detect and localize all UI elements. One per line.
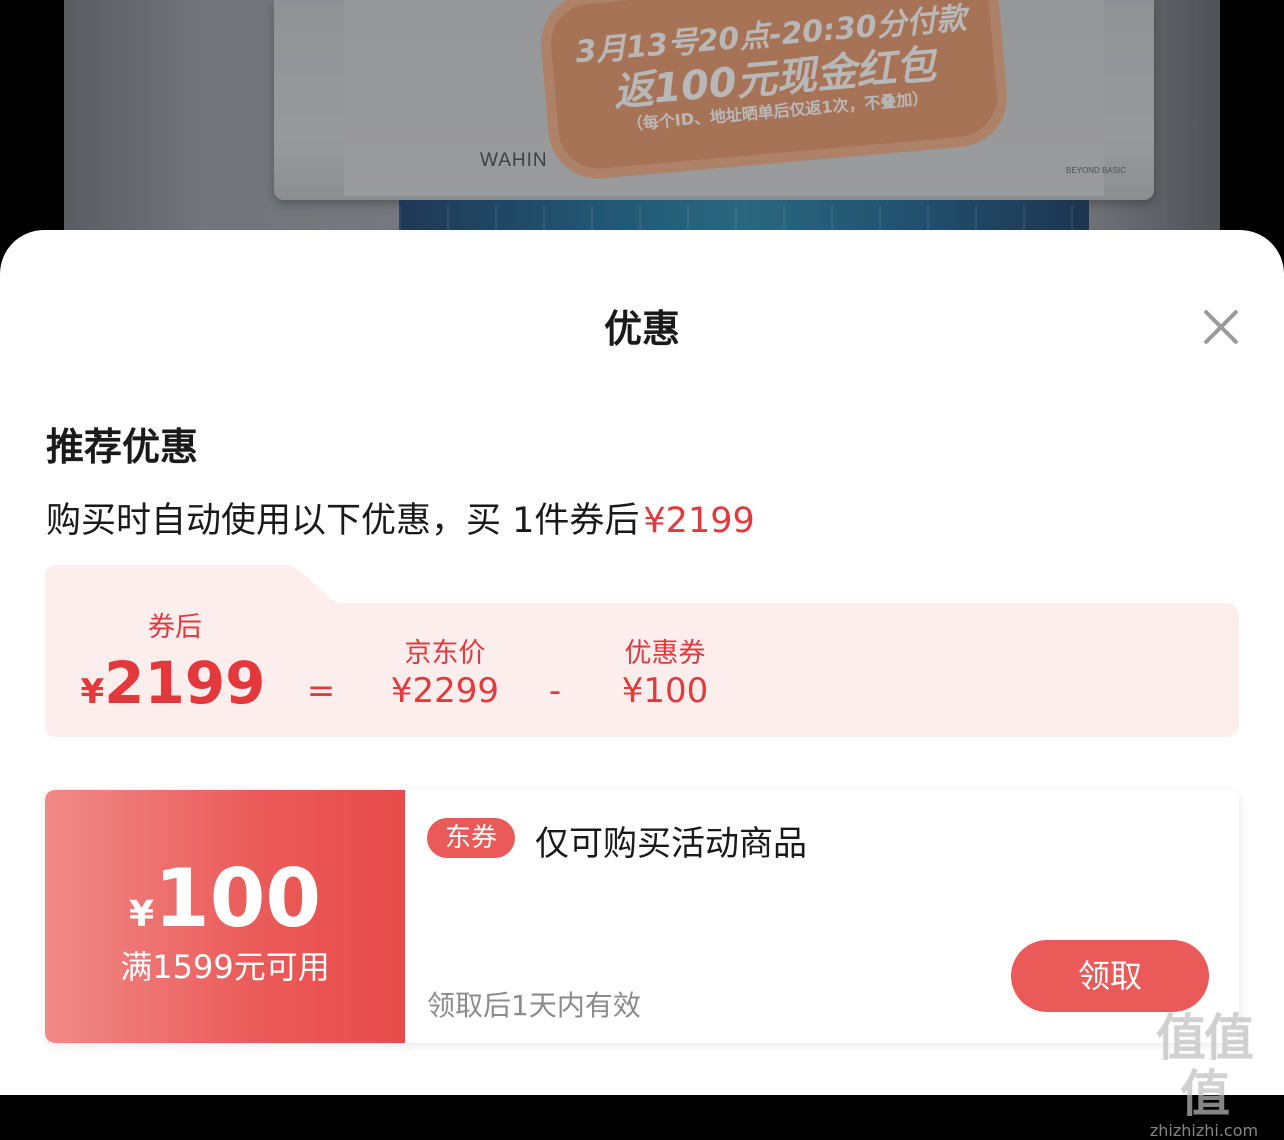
coupon-validity: 领取后1天内有效: [427, 989, 641, 1022]
summary-price: ¥2199: [643, 501, 755, 541]
coupon-description: 仅可购买活动商品: [535, 824, 807, 864]
jd-price-value: ¥2299: [390, 671, 500, 711]
summary-text: 购买时自动使用以下优惠，买 1件券后: [46, 501, 640, 541]
price-breakdown-card: 券后 ¥2199 = 京东价 ¥2299 - 优惠券 ¥100: [45, 565, 1239, 737]
coupon-amount-panel: ¥100 满1599元可用: [45, 790, 405, 1043]
coupon-card: ¥100 满1599元可用 东券 仅可购买活动商品 领取后1天内有效 领取: [45, 790, 1239, 1043]
after-coupon-yen: ¥: [80, 672, 105, 712]
coupon-condition: 满1599元可用: [120, 948, 330, 986]
watermark-logo: 值值值: [1156, 1009, 1254, 1123]
after-coupon-value: 2199: [104, 649, 266, 717]
sheet-title: 优惠: [603, 307, 680, 351]
coupon-amount: ¥100: [45, 852, 405, 945]
coupon-amount-value: 100: [154, 852, 322, 945]
close-icon[interactable]: [1196, 302, 1246, 352]
recommended-heading: 推荐优惠: [46, 425, 199, 469]
after-coupon-price: ¥2199: [63, 649, 283, 717]
watermark: 值值值 zhizhizhi.com: [1134, 1010, 1274, 1140]
coupon-value: ¥100: [621, 671, 709, 711]
coupon-label: 优惠券: [624, 638, 706, 669]
dim-overlay[interactable]: [0, 0, 1284, 240]
coupon-yen: ¥: [128, 894, 155, 935]
recommended-summary: 购买时自动使用以下优惠，买 1件券后 ¥2199: [46, 492, 755, 543]
claim-coupon-button[interactable]: 领取: [1011, 940, 1209, 1012]
after-coupon-label: 券后: [148, 612, 202, 643]
equals-sign: =: [306, 671, 336, 711]
watermark-url: zhizhizhi.com: [1149, 1121, 1259, 1140]
discount-sheet: 优惠 推荐优惠 购买时自动使用以下优惠，买 1件券后 ¥2199 券后 ¥2199…: [0, 230, 1284, 1095]
coupon-type-badge: 东券: [427, 818, 515, 858]
jd-price-label: 京东价: [404, 638, 486, 669]
